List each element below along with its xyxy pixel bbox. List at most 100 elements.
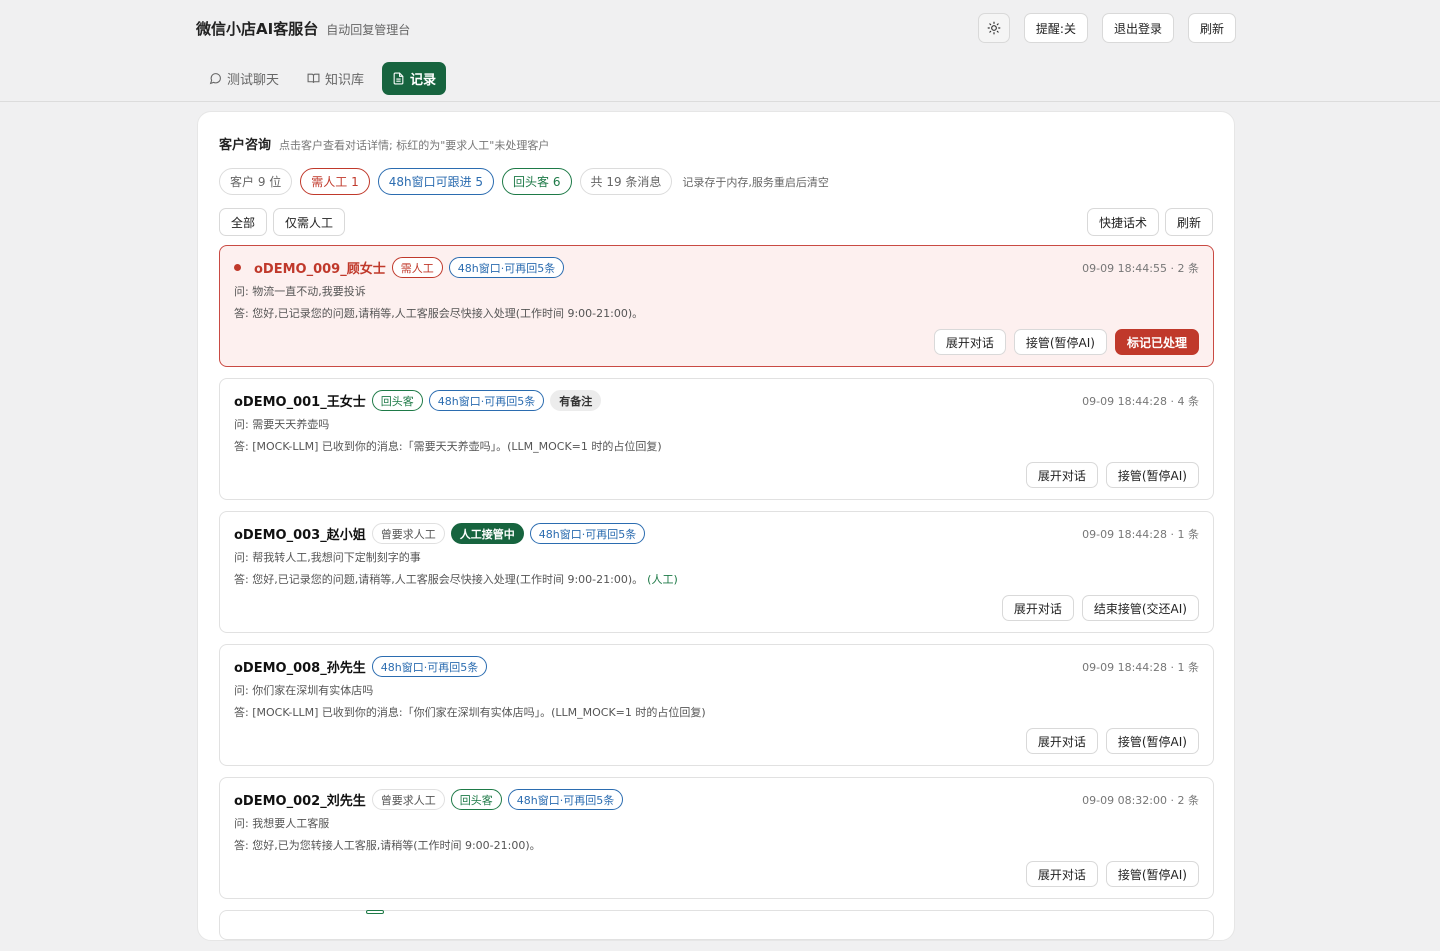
- card-meta: 09-09 18:44:28 · 1 条: [1082, 661, 1199, 674]
- customer-card[interactable]: oDEMO_008_孙先生 48h窗口·可再回5条 09-09 18:44:28…: [219, 644, 1214, 766]
- last-answer: 答: [MOCK-LLM] 已收到你的消息:「你们家在深圳有实体店吗」。(LLM…: [234, 704, 706, 720]
- top-actions: 提醒:关 退出登录 刷新: [977, 13, 1236, 43]
- last-question: 问: 物流一直不动,我要投诉: [234, 285, 366, 298]
- panel-description: 点击客户查看对话详情; 标红的为"要求人工"未处理客户: [279, 139, 550, 152]
- customer-name: oDEMO_009_顾女士: [254, 262, 386, 277]
- logout-button[interactable]: 退出登录: [1101, 13, 1174, 43]
- top-bar: 微信小店AI客服台 自动回复管理台 提醒:关 退出登录 刷新 测试聊天 知识库 …: [0, 0, 1440, 102]
- card-actions: 展开对话 接管(暂停AI): [1025, 728, 1199, 754]
- card-header: oDEMO_003_赵小姐 曾要求人工 人工接管中 48h窗口·可再回5条: [234, 523, 646, 544]
- tool-group: 快捷话术 刷新: [1086, 208, 1213, 236]
- theme-toggle-button[interactable]: [977, 13, 1010, 43]
- customer-name: oDEMO_001_王女士: [234, 395, 366, 410]
- tag-badge: 48h窗口·可再回5条: [428, 390, 545, 411]
- end-takeover-button[interactable]: 结束接管(交还AI): [1081, 595, 1199, 621]
- expand-chat-button[interactable]: 展开对话: [1025, 728, 1098, 754]
- app-title: 微信小店AI客服台: [196, 20, 319, 38]
- card-actions: 展开对话 接管(暂停AI): [1025, 462, 1199, 488]
- filter-group: 全部 仅需人工: [219, 208, 346, 236]
- answer-text: 答: 您好,已记录您的问题,请稍等,人工客服会尽快接入处理(工作时间 9:00-…: [234, 307, 644, 320]
- last-question: 问: 需要天天养壶吗: [234, 418, 330, 431]
- app-subtitle: 自动回复管理台: [326, 23, 411, 37]
- card-header: oDEMO_001_王女士 回头客 48h窗口·可再回5条 有备注: [234, 390, 602, 411]
- chat-bubble-icon: [209, 73, 221, 85]
- brand: 微信小店AI客服台 自动回复管理台: [196, 18, 410, 39]
- card-actions: 展开对话 接管(暂停AI): [1025, 861, 1199, 887]
- tag-badge: 48h窗口·可再回5条: [529, 523, 646, 544]
- main-tabs: 测试聊天 知识库 记录: [199, 62, 447, 95]
- last-answer: 答: 您好,已记录您的问题,请稍等,人工客服会尽快接入处理(工作时间 9:00-…: [234, 571, 678, 587]
- tab-label: 记录: [410, 73, 437, 88]
- card-header: oDEMO_008_孙先生 48h窗口·可再回5条: [234, 656, 488, 677]
- take-over-button[interactable]: 接管(暂停AI): [1105, 462, 1199, 488]
- unread-dot-icon: [234, 264, 241, 271]
- card-header: oDEMO_002_刘先生 曾要求人工 回头客 48h窗口·可再回5条: [234, 789, 624, 810]
- reminder-toggle-button[interactable]: 提醒:关: [1023, 13, 1088, 43]
- card-meta: 09-09 08:32:00 · 2 条: [1082, 794, 1199, 807]
- tag-badge: 48h窗口·可再回5条: [448, 257, 565, 278]
- stat-need-human: 需人工 1: [300, 168, 370, 195]
- tag-badge: 48h窗口·可再回5条: [371, 656, 488, 677]
- records-panel: 客户咨询 点击客户查看对话详情; 标红的为"要求人工"未处理客户 客户 9 位 …: [197, 111, 1235, 941]
- expand-chat-button[interactable]: 展开对话: [1001, 595, 1074, 621]
- list-refresh-button[interactable]: 刷新: [1164, 208, 1213, 236]
- tag-badge: 曾要求人工: [371, 523, 445, 544]
- expand-chat-button[interactable]: 展开对话: [933, 329, 1006, 355]
- panel-header: 客户咨询 点击客户查看对话详情; 标红的为"要求人工"未处理客户: [219, 134, 549, 153]
- answer-text: 答: [MOCK-LLM] 已收到你的消息:「需要天天养壶吗」。(LLM_MOC…: [234, 440, 662, 453]
- tab-label: 测试聊天: [227, 73, 280, 88]
- panel-title: 客户咨询: [219, 138, 272, 153]
- tag-badge: 回头客: [450, 789, 502, 810]
- tag-badge: 回头客: [371, 390, 423, 411]
- customer-name: oDEMO_002_刘先生: [234, 794, 366, 809]
- document-icon: [393, 72, 404, 85]
- answer-text: 答: 您好,已记录您的问题,请稍等,人工客服会尽快接入处理(工作时间 9:00-…: [234, 573, 644, 586]
- customer-card[interactable]: oDEMO_002_刘先生 曾要求人工 回头客 48h窗口·可再回5条 09-0…: [219, 777, 1214, 899]
- card-actions: 展开对话 结束接管(交还AI): [1001, 595, 1199, 621]
- tab-records[interactable]: 记录: [382, 62, 447, 95]
- storage-note: 记录存于内存,服务重启后清空: [682, 175, 829, 189]
- card-meta: 09-09 18:44:28 · 1 条: [1082, 528, 1199, 541]
- last-question: 问: 你们家在深圳有实体店吗: [234, 684, 374, 697]
- customer-list: oDEMO_009_顾女士 需人工 48h窗口·可再回5条 09-09 18:4…: [219, 245, 1214, 951]
- tab-label: 知识库: [325, 73, 365, 88]
- filter-human-only-button[interactable]: 仅需人工: [273, 208, 346, 236]
- customer-card[interactable]: oDEMO_001_王女士 回头客 48h窗口·可再回5条 有备注 09-09 …: [219, 378, 1214, 500]
- refresh-button[interactable]: 刷新: [1187, 13, 1236, 43]
- customer-name: oDEMO_008_孙先生: [234, 661, 366, 676]
- filter-all-button[interactable]: 全部: [219, 208, 268, 236]
- take-over-button[interactable]: 接管(暂停AI): [1105, 861, 1199, 887]
- tag-badge: 有备注: [550, 390, 602, 411]
- human-reply-note: (人工): [647, 573, 678, 586]
- stat-customers: 客户 9 位: [219, 168, 293, 195]
- card-actions: 展开对话 接管(暂停AI) 标记已处理: [933, 329, 1199, 355]
- tab-knowledge-base[interactable]: 知识库: [297, 62, 374, 95]
- answer-text: 答: 您好,已为您转接人工客服,请稍等(工作时间 9:00-21:00)。: [234, 839, 541, 852]
- card-meta: 09-09 18:44:55 · 2 条: [1082, 262, 1199, 275]
- customer-name: oDEMO_003_赵小姐: [234, 528, 366, 543]
- mark-handled-button[interactable]: 标记已处理: [1114, 329, 1199, 355]
- take-over-button[interactable]: 接管(暂停AI): [1013, 329, 1107, 355]
- tab-test-chat[interactable]: 测试聊天: [199, 62, 289, 95]
- tag-badge: [366, 910, 384, 914]
- stat-48h-window: 48h窗口可跟进 5: [377, 168, 495, 195]
- quick-replies-button[interactable]: 快捷话术: [1086, 208, 1159, 236]
- tag-badge: 48h窗口·可再回5条: [507, 789, 624, 810]
- take-over-button[interactable]: 接管(暂停AI): [1105, 728, 1199, 754]
- expand-chat-button[interactable]: 展开对话: [1025, 861, 1098, 887]
- answer-text: 答: [MOCK-LLM] 已收到你的消息:「你们家在深圳有实体店吗」。(LLM…: [234, 706, 706, 719]
- customer-card[interactable]: oDEMO_009_顾女士 需人工 48h窗口·可再回5条 09-09 18:4…: [219, 245, 1214, 367]
- stat-returning: 回头客 6: [502, 168, 572, 195]
- last-question: 问: 帮我转人工,我想问下定制刻字的事: [234, 551, 421, 564]
- last-answer: 答: [MOCK-LLM] 已收到你的消息:「需要天天养壶吗」。(LLM_MOC…: [234, 438, 662, 454]
- tag-badge: 曾要求人工: [371, 789, 445, 810]
- book-icon: [307, 73, 320, 83]
- customer-card[interactable]: oDEMO_003_赵小姐 曾要求人工 人工接管中 48h窗口·可再回5条 09…: [219, 511, 1214, 633]
- card-header: oDEMO_009_顾女士 需人工 48h窗口·可再回5条: [234, 257, 565, 278]
- last-answer: 答: 您好,已记录您的问题,请稍等,人工客服会尽快接入处理(工作时间 9:00-…: [234, 305, 643, 321]
- tag-badge: 需人工: [391, 257, 443, 278]
- expand-chat-button[interactable]: 展开对话: [1025, 462, 1098, 488]
- sun-icon: [987, 21, 1001, 35]
- customer-card[interactable]: [219, 910, 1214, 940]
- tag-badge: 人工接管中: [450, 523, 524, 544]
